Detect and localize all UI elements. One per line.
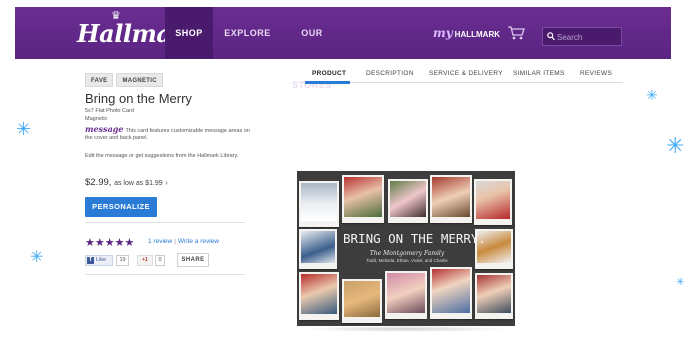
message-logo: message	[85, 124, 124, 134]
my-label: my	[433, 26, 453, 40]
price: $2.99, as low as $1.99 ›	[85, 177, 168, 188]
divider	[85, 222, 245, 223]
active-tab-indicator	[305, 81, 350, 84]
nav-explore[interactable]: EXPLORE	[220, 7, 275, 59]
review-links: 1 review | Write a review	[148, 238, 219, 245]
review-separator: |	[174, 238, 176, 245]
product-title: Bring on the Merry	[85, 91, 192, 106]
fb-like-count: 19	[116, 255, 129, 266]
card-photo	[342, 279, 382, 323]
search-icon	[547, 32, 555, 41]
search-box[interactable]	[542, 27, 622, 46]
personalize-button[interactable]: PERSONALIZE	[85, 197, 157, 217]
card-family-name: The Montgomery Family	[369, 250, 445, 257]
card-preview[interactable]: BRING ON THE MERRY. The Montgomery Famil…	[297, 171, 515, 326]
share-button[interactable]: SHARE	[177, 253, 209, 267]
nav-shop[interactable]: SHOP	[165, 7, 213, 59]
search-input[interactable]	[557, 30, 619, 44]
card-photo	[299, 181, 339, 227]
card-photo	[342, 175, 384, 223]
price-low[interactable]: as low as $1.99	[114, 180, 163, 187]
price-value: $2.99,	[85, 177, 112, 188]
snowflake-icon: ✳	[676, 277, 685, 288]
card-title: BRING ON THE MERRY.	[343, 231, 486, 246]
card-photo	[388, 179, 428, 223]
snowflake-icon: ✳	[30, 249, 44, 266]
snowflake-icon: ✳	[666, 133, 685, 158]
card-photo	[299, 229, 337, 269]
product-subtitle: 5x7 Flat Photo Card	[85, 108, 134, 114]
gplus-count: 0	[155, 255, 165, 266]
review-count-link[interactable]: 1 review	[148, 238, 172, 245]
message-feature: message This card features customizable m…	[85, 124, 255, 142]
write-review-link[interactable]: Write a review	[178, 238, 219, 245]
hallmark-label: HALLMARK	[454, 30, 500, 39]
snowflake-icon: ✳	[646, 87, 658, 103]
cart-icon[interactable]	[507, 25, 525, 41]
card-photo	[430, 267, 472, 319]
product-feature: Magnetic	[85, 116, 108, 122]
fb-like-label: Like	[96, 257, 107, 263]
card-photo	[474, 179, 512, 225]
product-tags: FAVE MAGNETIC	[85, 69, 166, 87]
tag-fave: FAVE	[85, 73, 114, 87]
card-photo	[385, 271, 427, 319]
tab-divider	[303, 82, 623, 83]
google-plus-button[interactable]: +1	[137, 255, 153, 266]
snowflake-icon: ✳	[16, 119, 32, 139]
rating-stars[interactable]: ★★★★★	[85, 236, 134, 249]
edit-message-text: Edit the message or get suggestions from…	[85, 153, 239, 159]
my-hallmark-link[interactable]: my HALLMARK	[433, 7, 500, 59]
tag-magnetic: MAGNETIC	[116, 73, 163, 87]
facebook-icon: f	[87, 257, 94, 264]
card-family-members: Todd, Melinda, Ethan, Violet, and Charli…	[366, 258, 448, 263]
facebook-like-button[interactable]: f Like	[85, 255, 113, 266]
card-photo	[299, 272, 339, 320]
site-header: ♛ Hallmark SHOP EXPLORE OUR STORES my HAL…	[15, 7, 671, 90]
card-photo	[475, 273, 513, 319]
divider	[85, 274, 245, 275]
nav-our-stores[interactable]: OUR STORES	[281, 7, 343, 90]
card-photo	[430, 175, 472, 223]
card-shadow	[303, 326, 509, 332]
chevron-right-icon[interactable]: ›	[165, 180, 167, 187]
